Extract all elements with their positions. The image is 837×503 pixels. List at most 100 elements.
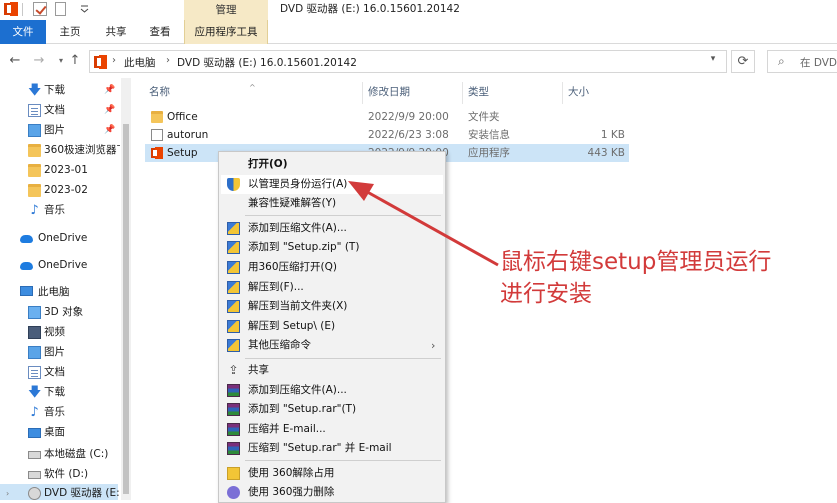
- menu-item-extract-to-setup[interactable]: 解压到 Setup\ (E): [221, 317, 443, 336]
- nav-item-local-disk-c[interactable]: 本地磁盘 (C:): [0, 445, 118, 464]
- navigation-pane-scrollbar[interactable]: [121, 78, 131, 500]
- pin-icon: 📌: [104, 105, 116, 115]
- breadcrumb-this-pc[interactable]: 此电脑: [124, 55, 156, 70]
- winrar-icon: [227, 442, 240, 455]
- nav-item-pictures[interactable]: 图片 📌: [0, 121, 118, 140]
- nav-item-2023-01[interactable]: 2023-01: [0, 161, 118, 180]
- menu-separator: [245, 358, 441, 359]
- address-bar[interactable]: › 此电脑 › DVD 驱动器 (E:) 16.0.15601.20142: [89, 50, 727, 73]
- menu-separator: [245, 460, 441, 461]
- menu-item-extract-to[interactable]: 解压到(F)...: [221, 278, 443, 297]
- zip-icon: [227, 222, 240, 235]
- nav-item-3d-objects[interactable]: 3D 对象: [0, 303, 118, 322]
- menu-item-extract-here[interactable]: 解压到当前文件夹(X): [221, 297, 443, 316]
- refresh-icon[interactable]: ⟳: [731, 50, 755, 73]
- pin-icon: 📌: [104, 85, 116, 95]
- submenu-chevron-icon: ›: [431, 339, 436, 352]
- quick-access-separator: [22, 3, 23, 16]
- tab-application-tools[interactable]: 应用程序工具: [184, 20, 268, 44]
- nav-item-onedrive-2[interactable]: OneDrive: [0, 256, 118, 275]
- context-tab-group-manage: 管理: [184, 0, 268, 20]
- tab-share[interactable]: 共享: [96, 20, 136, 44]
- search-placeholder: 在 DVD: [800, 57, 837, 69]
- sort-ascending-icon: ^: [249, 83, 256, 92]
- nav-item-music-2[interactable]: ♪ 音乐: [0, 403, 118, 422]
- address-dropdown-icon[interactable]: ▾: [704, 50, 722, 68]
- nav-item-downloads[interactable]: 🡇 下载 📌: [0, 81, 118, 100]
- nav-item-2023-02[interactable]: 2023-02: [0, 181, 118, 200]
- nav-item-documents-2[interactable]: 文档: [0, 363, 118, 382]
- menu-item-compat-troubleshoot[interactable]: 兼容性疑难解答(Y): [221, 194, 443, 213]
- breadcrumb-chevron-icon[interactable]: ›: [166, 55, 170, 66]
- folder-icon: [28, 164, 41, 177]
- nav-item-360-browser-downloads[interactable]: 360极速浏览器下: [0, 141, 120, 160]
- back-arrow-icon[interactable]: ←: [6, 52, 24, 70]
- column-divider[interactable]: [462, 82, 463, 104]
- column-header-name[interactable]: 名称: [149, 82, 170, 102]
- document-icon: [28, 366, 41, 379]
- menu-item-compress-and-email[interactable]: 压缩并 E-mail...: [221, 420, 443, 439]
- nav-item-dvd-drive-e[interactable]: › DVD 驱动器 (E:: [0, 484, 120, 500]
- tab-file[interactable]: 文件: [0, 20, 46, 44]
- breadcrumb-chevron-icon[interactable]: ›: [112, 55, 116, 66]
- picture-icon: [28, 124, 41, 137]
- menu-item-360-unlock[interactable]: 使用 360解除占用: [221, 464, 443, 483]
- nav-item-downloads-2[interactable]: 🡇 下载: [0, 383, 118, 402]
- scrollbar-thumb[interactable]: [123, 124, 129, 494]
- window-title: DVD 驱动器 (E:) 16.0.15601.20142: [280, 3, 460, 15]
- properties-check-icon[interactable]: [33, 2, 47, 16]
- column-header-date[interactable]: 修改日期: [368, 82, 410, 102]
- nav-item-this-pc[interactable]: 此电脑: [0, 283, 118, 302]
- shield-icon: [227, 178, 240, 191]
- search-box[interactable]: ⌕ 在 DVD: [767, 50, 837, 73]
- drive-icon: [28, 471, 41, 479]
- menu-item-360-force-delete[interactable]: 使用 360强力删除: [221, 483, 443, 502]
- menu-item-open[interactable]: 打开(O): [221, 155, 443, 174]
- column-divider[interactable]: [362, 82, 363, 104]
- new-file-icon[interactable]: [55, 2, 66, 16]
- nav-item-music[interactable]: ♪ 音乐: [0, 201, 118, 220]
- nav-item-documents[interactable]: 文档 📌: [0, 101, 118, 120]
- folder-icon: [151, 111, 163, 123]
- nav-item-onedrive[interactable]: OneDrive: [0, 229, 118, 248]
- menu-item-run-as-admin[interactable]: 以管理员身份运行(A): [221, 175, 443, 194]
- forward-arrow-icon[interactable]: →: [30, 52, 48, 70]
- picture-icon: [28, 346, 41, 359]
- file-row-office[interactable]: Office 2022/9/9 20:00 文件夹: [145, 108, 629, 126]
- share-icon: ⇪: [228, 363, 239, 377]
- up-arrow-icon[interactable]: ↑: [66, 52, 84, 70]
- menu-item-compress-to-setup-rar-email[interactable]: 压缩到 "Setup.rar" 并 E-mail: [221, 439, 443, 458]
- column-header-size[interactable]: 大小: [568, 82, 589, 102]
- onedrive-icon: [20, 262, 33, 270]
- zip-icon: [227, 281, 240, 294]
- column-header-type[interactable]: 类型: [468, 82, 489, 102]
- menu-item-add-to-setup-zip[interactable]: 添加到 "Setup.zip" (T): [221, 238, 443, 257]
- zip-icon: [227, 320, 240, 333]
- computer-icon: [20, 286, 33, 296]
- 360-delete-icon: [227, 486, 240, 499]
- menu-item-share[interactable]: ⇪ 共享: [221, 361, 443, 380]
- zip-icon: [227, 339, 240, 352]
- nav-item-pictures-2[interactable]: 图片: [0, 343, 118, 362]
- column-divider[interactable]: [562, 82, 563, 104]
- menu-item-open-with-360zip[interactable]: 用360压缩打开(Q): [221, 258, 443, 277]
- tab-view[interactable]: 查看: [140, 20, 180, 44]
- ribbon-tabs: 文件 主页 共享 查看 应用程序工具: [0, 20, 837, 44]
- desktop-icon: [28, 428, 41, 438]
- nav-item-videos[interactable]: 视频: [0, 323, 118, 342]
- music-icon: ♪: [30, 405, 39, 420]
- nav-item-desktop[interactable]: 桌面: [0, 423, 118, 442]
- quick-access-dropdown-icon[interactable]: [80, 4, 89, 14]
- tab-home[interactable]: 主页: [50, 20, 90, 44]
- navigation-pane: 🡇 下载 📌 文档 📌 图片 📌 360极速浏览器下 2023-01 2023-…: [0, 78, 120, 500]
- nav-item-software-d[interactable]: 软件 (D:): [0, 465, 118, 484]
- breadcrumb-dvd-drive[interactable]: DVD 驱动器 (E:) 16.0.15601.20142: [177, 55, 357, 70]
- menu-item-other-compress[interactable]: 其他压缩命令 ›: [221, 336, 443, 355]
- menu-item-add-to-setup-rar[interactable]: 添加到 "Setup.rar"(T): [221, 400, 443, 419]
- annotation-text: 鼠标右键setup管理员运行 进行安装: [500, 246, 810, 310]
- menu-item-rar-add-to-archive[interactable]: 添加到压缩文件(A)...: [221, 381, 443, 400]
- file-row-autorun[interactable]: autorun 2022/6/23 3:08 安装信息 1 KB: [145, 126, 629, 144]
- expand-chevron-icon[interactable]: ›: [6, 484, 9, 500]
- menu-item-add-to-archive[interactable]: 添加到压缩文件(A)...: [221, 219, 443, 238]
- annotation-line-1: 鼠标右键setup管理员运行: [500, 249, 772, 275]
